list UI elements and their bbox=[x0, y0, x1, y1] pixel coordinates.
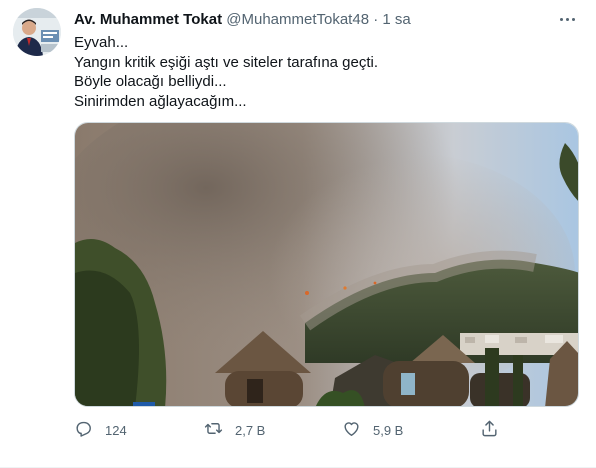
author-handle[interactable]: @MuhammetTokat48 bbox=[226, 11, 369, 28]
tweet-text: Eyvah... Yangın kritik eşiği aştı ve sit… bbox=[74, 33, 576, 111]
like-button[interactable]: 5,9 B bbox=[342, 418, 403, 442]
tweet-card[interactable]: Av. Muhammet Tokat @MuhammetTokat48 · 1 … bbox=[0, 0, 596, 468]
timestamp[interactable]: 1 sa bbox=[382, 11, 410, 28]
retweet-icon bbox=[204, 419, 223, 441]
share-button[interactable] bbox=[480, 418, 499, 442]
tweet-line: Böyle olacağı belliydi... bbox=[74, 73, 227, 90]
author-name[interactable]: Av. Muhammet Tokat bbox=[74, 11, 222, 28]
more-options-icon[interactable] bbox=[556, 9, 578, 29]
reply-count: 124 bbox=[105, 422, 127, 438]
reply-icon bbox=[74, 419, 93, 441]
tweet-photo[interactable] bbox=[74, 122, 579, 407]
separator-dot: · bbox=[373, 11, 379, 28]
share-icon bbox=[480, 419, 499, 441]
tweet-header: Av. Muhammet Tokat @MuhammetTokat48 · 1 … bbox=[74, 10, 580, 30]
tweet-line: Yangın kritik eşiği aştı ve siteler tara… bbox=[74, 53, 379, 71]
heart-icon bbox=[342, 419, 361, 441]
retweet-button[interactable]: 2,7 B bbox=[204, 418, 265, 442]
avatar[interactable] bbox=[13, 8, 61, 56]
tweet-line: Sinirimden ağlayacağım... bbox=[74, 92, 247, 110]
tweet-actions: 124 2,7 B 5,9 B bbox=[74, 418, 579, 442]
like-count: 5,9 B bbox=[373, 422, 404, 438]
reply-button[interactable]: 124 bbox=[74, 418, 127, 442]
tweet-line: Eyvah... bbox=[74, 34, 129, 51]
retweet-count: 2,7 B bbox=[235, 422, 266, 438]
